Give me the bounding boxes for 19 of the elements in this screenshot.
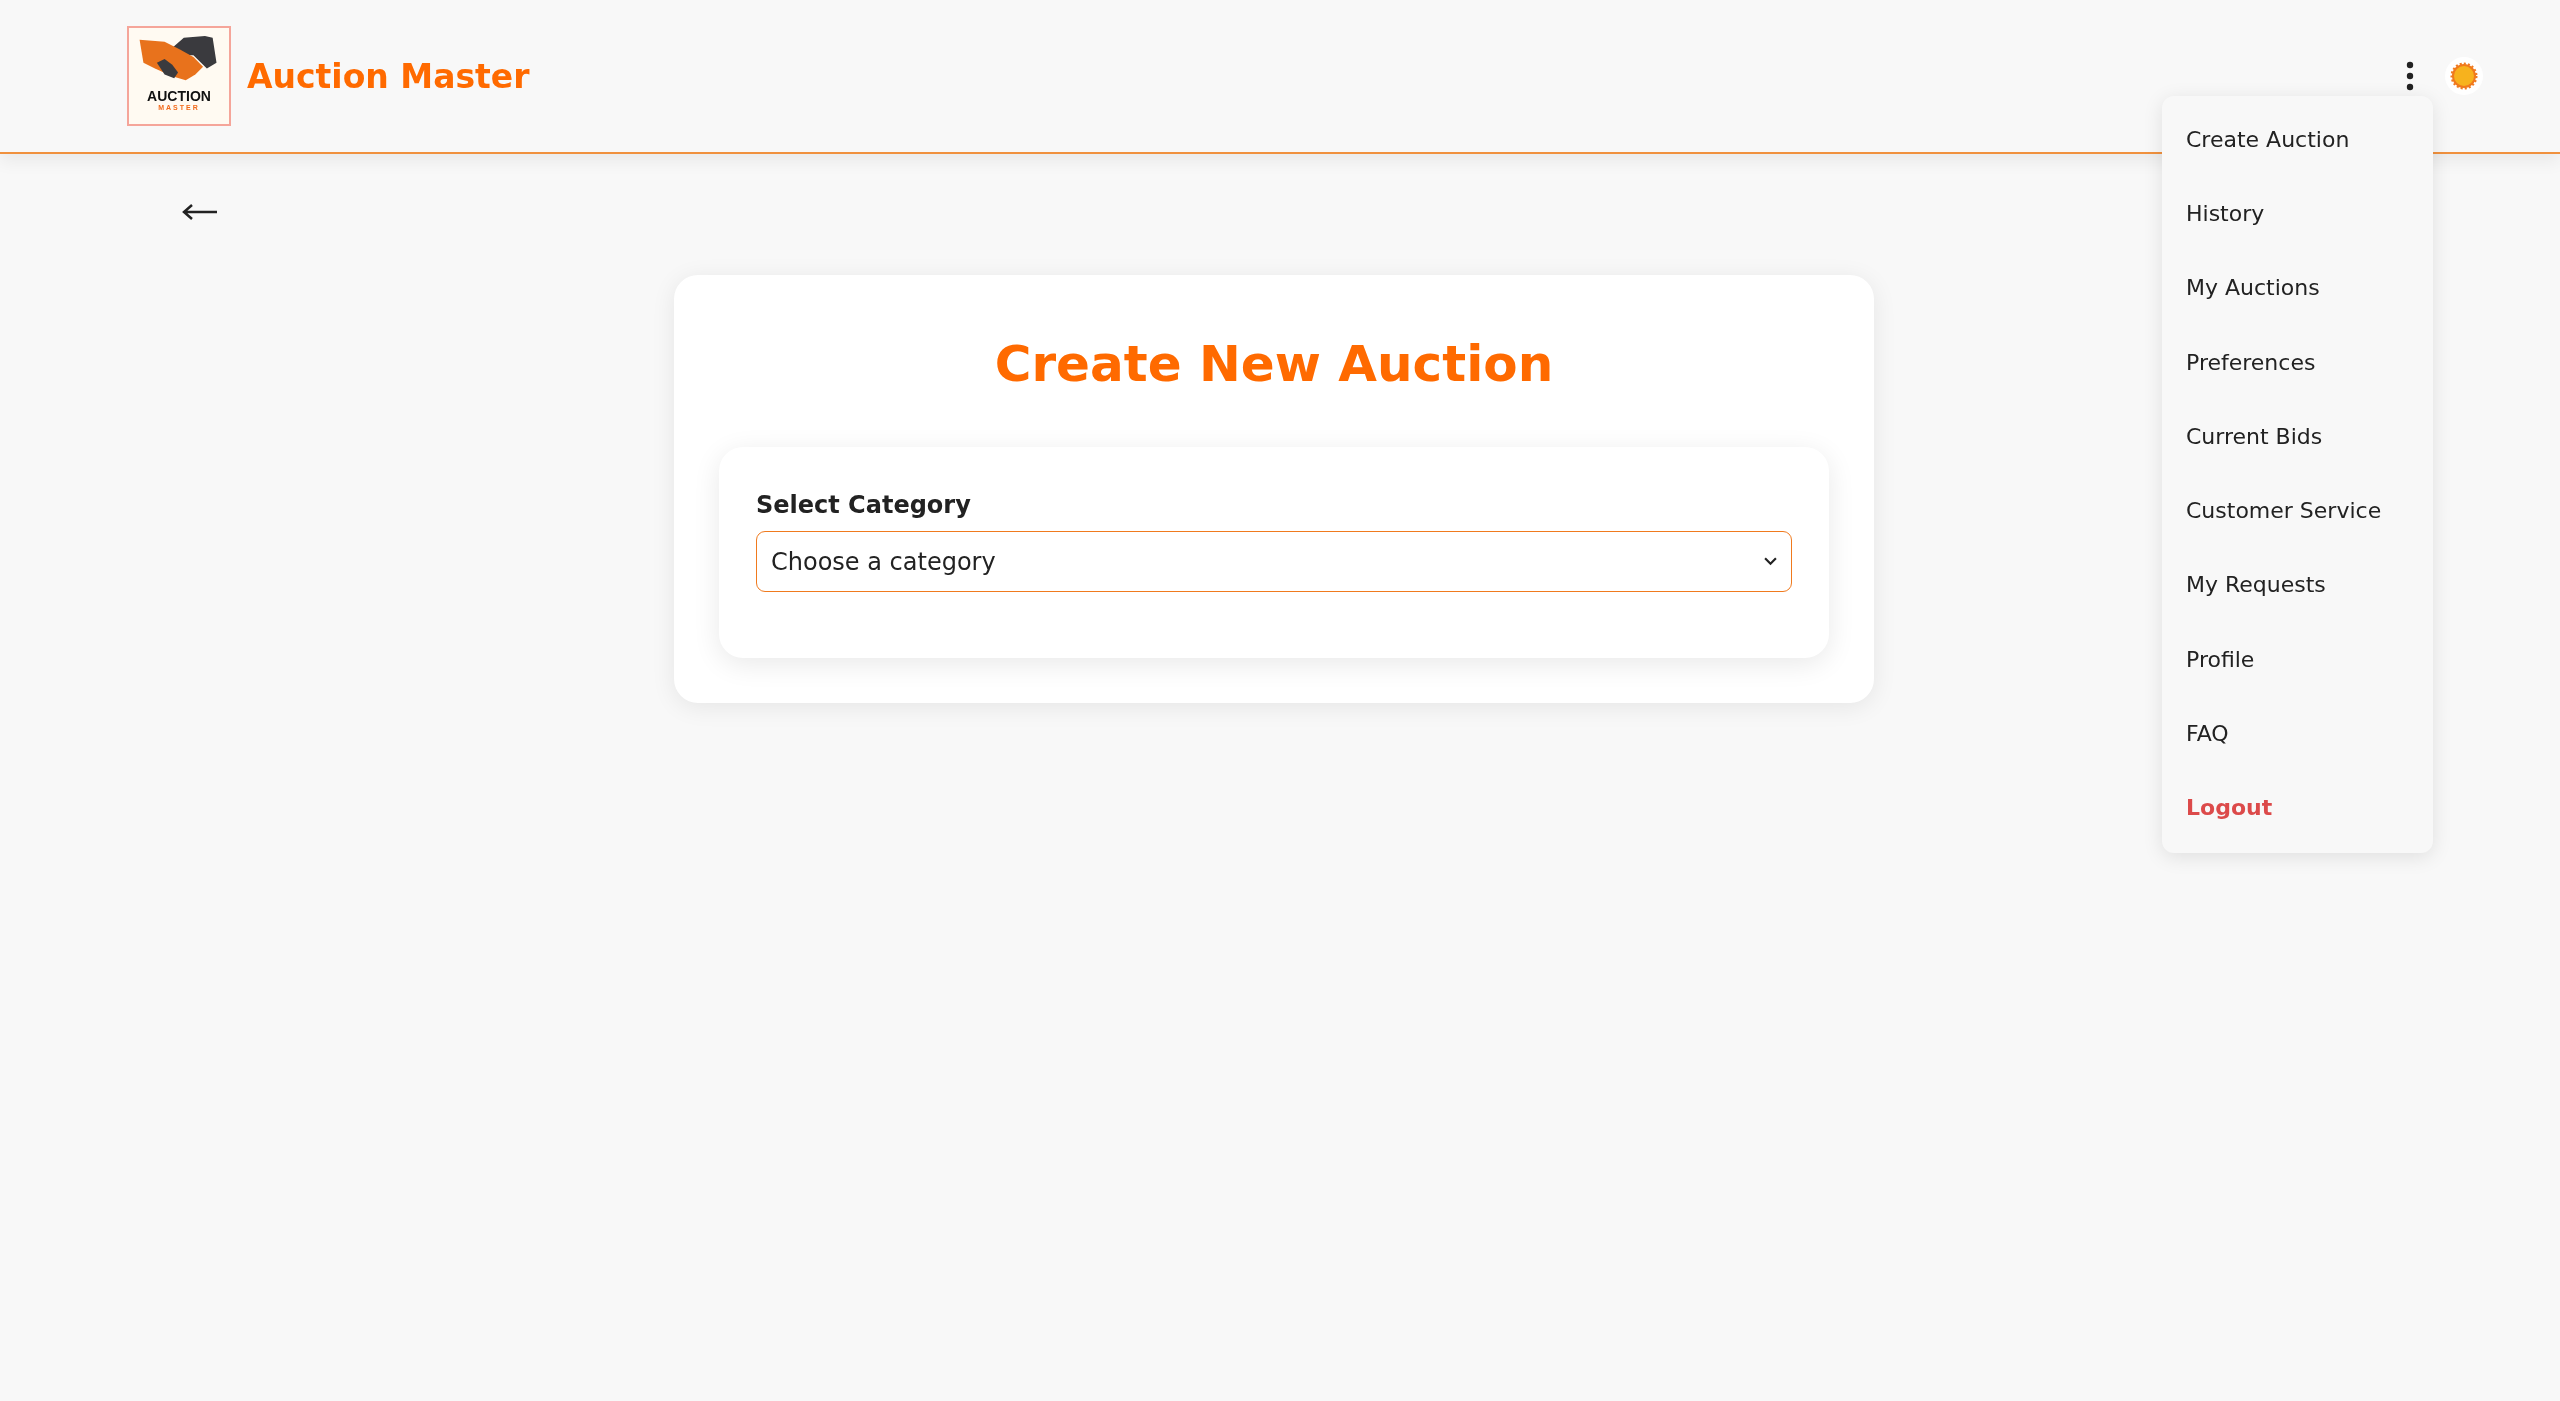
back-arrow-icon[interactable]	[182, 204, 218, 220]
menu-item[interactable]: Preferences	[2162, 324, 2433, 400]
more-menu-icon[interactable]	[2406, 61, 2414, 91]
menu-item[interactable]: My Requests	[2162, 547, 2433, 623]
sun-icon[interactable]	[2444, 56, 2484, 96]
field-label: Select Category	[756, 491, 972, 519]
menu-item[interactable]: Create Auction	[2162, 102, 2433, 177]
brand-name: Auction Master	[247, 56, 530, 96]
menu-item[interactable]: Logout	[2162, 770, 2433, 845]
page-title: Create New Auction	[993, 335, 1555, 393]
menu-item[interactable]: History	[2162, 176, 2433, 251]
chevron-down-icon	[1764, 557, 1777, 566]
menu-item[interactable]: FAQ	[2162, 696, 2433, 771]
menu-item[interactable]: Profile	[2162, 622, 2433, 697]
logo-text: AUCTION	[147, 88, 211, 104]
category-select[interactable]: Choose a category	[756, 531, 1792, 592]
menu-item[interactable]: My Auctions	[2162, 250, 2433, 325]
menu-item[interactable]: Current Bids	[2162, 399, 2433, 474]
menu-item[interactable]: Customer Service	[2162, 473, 2433, 548]
